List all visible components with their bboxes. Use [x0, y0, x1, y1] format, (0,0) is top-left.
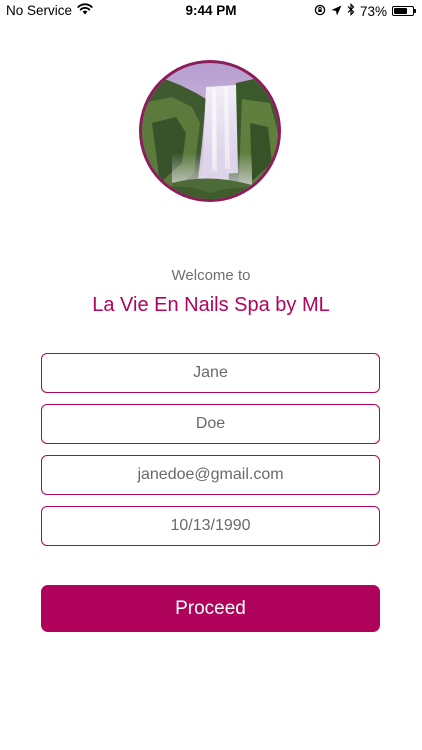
date-of-birth-field[interactable]: 10/13/1990 [41, 506, 380, 546]
battery-tip [414, 9, 416, 13]
app-screen: No Service 9:44 PM 73% Welcome to La Vie… [0, 0, 422, 750]
email-field[interactable]: janedoe@gmail.com [41, 455, 380, 495]
bluetooth-icon [347, 3, 355, 19]
last-name-field[interactable]: Doe [41, 404, 380, 444]
first-name-field[interactable]: Jane [41, 353, 380, 393]
battery-percent: 73% [359, 3, 387, 19]
status-bar: No Service 9:44 PM 73% [0, 0, 422, 22]
spa-logo [139, 60, 281, 202]
status-right: 73% [314, 3, 416, 19]
waterfall-logo-image [142, 63, 278, 199]
proceed-button[interactable]: Proceed [41, 585, 380, 632]
spa-name-title: La Vie En Nails Spa by ML [92, 294, 330, 316]
rotation-lock-icon [314, 4, 326, 19]
location-arrow-icon [331, 4, 342, 19]
battery-level-fill [394, 8, 407, 14]
welcome-intro: Welcome to [171, 267, 251, 284]
battery-icon [392, 6, 416, 16]
